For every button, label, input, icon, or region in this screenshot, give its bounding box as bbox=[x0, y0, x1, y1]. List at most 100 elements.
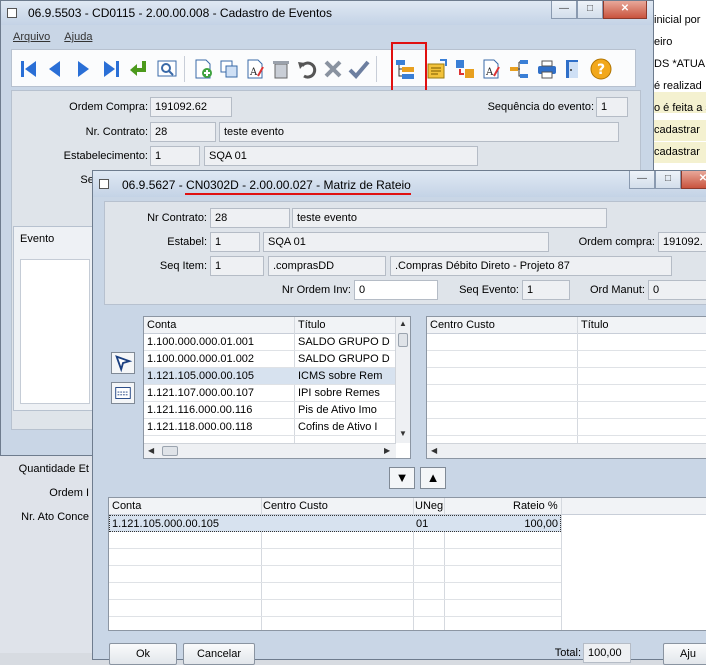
nr-contrato-label: Nr Contrato: bbox=[147, 212, 207, 224]
doc-line: cadastrar bbox=[654, 146, 700, 158]
ordem-compra-field[interactable]: 191092.62 bbox=[150, 97, 232, 117]
scroll-thumb bbox=[162, 446, 178, 456]
horizontal-scrollbar[interactable]: ◀ bbox=[427, 443, 706, 458]
column-header-centro-custo[interactable]: Centro Custo bbox=[430, 319, 495, 331]
copy-icon[interactable] bbox=[218, 58, 240, 80]
exit-icon[interactable] bbox=[562, 58, 584, 80]
seq-evento-field[interactable]: 1 bbox=[522, 280, 570, 300]
contas-grid[interactable]: Conta Título 1.100.000.000.01.001 SALDO GR… bbox=[143, 316, 411, 459]
evento-panel: Evento bbox=[13, 226, 93, 411]
seq-item-description: .Compras Débito Direto - Projeto 87 bbox=[390, 256, 672, 276]
previous-icon[interactable] bbox=[44, 58, 66, 80]
column-header-rateio[interactable]: Rateio % bbox=[513, 500, 558, 512]
scroll-left-icon: ◀ bbox=[431, 446, 438, 455]
cancel-button[interactable]: Cancelar bbox=[183, 643, 255, 665]
undo-icon[interactable] bbox=[296, 58, 318, 80]
table-row[interactable]: 1.100.000.000.01.001 SALDO GRUPO D bbox=[144, 334, 396, 351]
help-icon[interactable]: ? bbox=[590, 58, 612, 80]
doc-line: DS *ATUAL bbox=[654, 58, 706, 70]
cancel-icon[interactable] bbox=[322, 58, 344, 80]
first-icon[interactable] bbox=[18, 58, 40, 80]
horizontal-scrollbar[interactable]: ◀ ▶ bbox=[144, 443, 396, 458]
svg-text:A: A bbox=[249, 67, 258, 78]
special-icon[interactable] bbox=[454, 58, 476, 80]
menu-bar: Arquivo Ajuda bbox=[5, 27, 649, 47]
table-row[interactable]: 1.100.000.000.01.002 SALDO GRUPO D bbox=[144, 351, 396, 368]
column-header-titulo[interactable]: Título bbox=[581, 319, 609, 331]
last-icon[interactable] bbox=[100, 58, 122, 80]
svg-text:?: ? bbox=[597, 62, 605, 78]
column-header-uneg[interactable]: UNeg bbox=[415, 500, 443, 512]
nr-contrato-field[interactable]: 28 bbox=[210, 208, 290, 228]
minimize-button[interactable]: — bbox=[629, 171, 655, 189]
maximize-button[interactable]: □ bbox=[577, 1, 603, 19]
window-title: 06.9.5627 - CN0302D - 2.00.00.027 - Matr… bbox=[122, 178, 411, 192]
menu-ajuda[interactable]: Ajuda bbox=[64, 31, 92, 43]
estabelecimento-description: SQA 01 bbox=[204, 146, 478, 166]
estabelecimento-field[interactable]: 1 bbox=[150, 146, 200, 166]
column-header-centro-custo[interactable]: Centro Custo bbox=[263, 500, 328, 512]
seq-evento-label: Seq Evento: bbox=[459, 284, 519, 296]
minimize-button[interactable]: — bbox=[551, 1, 577, 19]
select-pointer-icon[interactable] bbox=[111, 352, 135, 374]
column-header-titulo[interactable]: Título bbox=[298, 319, 326, 331]
goto-icon[interactable] bbox=[128, 58, 150, 80]
print-icon[interactable] bbox=[536, 58, 558, 80]
zoom-list-icon[interactable] bbox=[111, 382, 135, 404]
toolbar: A A ? bbox=[11, 49, 636, 87]
scroll-right-icon: ▶ bbox=[384, 446, 391, 455]
doc-line: inicial por bbox=[654, 14, 701, 26]
vertical-scrollbar[interactable]: ▲ ▼ bbox=[395, 317, 410, 443]
scroll-left-icon: ◀ bbox=[148, 446, 155, 455]
sequencia-evento-field[interactable]: 1 bbox=[596, 97, 628, 117]
field-label: Ordem I bbox=[49, 487, 89, 499]
table-row-selected[interactable]: 1.121.105.000.00.105 01 100,00 bbox=[109, 515, 561, 532]
query-icon[interactable] bbox=[426, 58, 448, 80]
centro-custo-grid[interactable]: Centro Custo Título ◀ bbox=[426, 316, 706, 459]
search-icon[interactable] bbox=[156, 58, 178, 80]
table-row[interactable]: 1.121.118.000.00.118 Cofins de Ativo I bbox=[144, 419, 396, 436]
separator bbox=[184, 56, 185, 82]
field-label: Nr. Ato Conce bbox=[21, 511, 89, 523]
menu-arquivo[interactable]: Arquivo bbox=[13, 31, 50, 43]
window-icon bbox=[99, 179, 109, 189]
edit-icon[interactable]: A bbox=[244, 58, 266, 80]
highlight-rectangle bbox=[391, 42, 427, 96]
edit2-icon[interactable]: A bbox=[480, 58, 502, 80]
column-header-conta[interactable]: Conta bbox=[112, 500, 141, 512]
underline-mark bbox=[185, 193, 411, 195]
field-label: Quantidade Et bbox=[18, 463, 89, 475]
save-icon[interactable] bbox=[348, 58, 370, 80]
ord-manut-field[interactable]: 0 bbox=[648, 280, 706, 300]
seq-item-field[interactable]: 1 bbox=[210, 256, 264, 276]
tree-icon[interactable] bbox=[508, 58, 530, 80]
svg-text:A: A bbox=[485, 67, 494, 78]
column-header-conta[interactable]: Conta bbox=[147, 319, 176, 331]
delete-icon[interactable] bbox=[270, 58, 292, 80]
next-icon[interactable] bbox=[72, 58, 94, 80]
evento-list[interactable] bbox=[20, 259, 90, 404]
add-icon[interactable] bbox=[192, 58, 214, 80]
estabelecimento-label: Estabelecimento: bbox=[63, 150, 148, 162]
close-button[interactable]: ✕ bbox=[603, 1, 647, 19]
ordem-compra-field[interactable]: 191092. bbox=[658, 232, 706, 252]
close-button[interactable]: ✕ bbox=[681, 171, 706, 189]
estabel-field[interactable]: 1 bbox=[210, 232, 260, 252]
help-button[interactable]: Aju bbox=[663, 643, 706, 665]
ok-button[interactable]: Ok bbox=[109, 643, 177, 665]
table-row[interactable]: 1.121.116.000.00.116 Pis de Ativo Imo bbox=[144, 402, 396, 419]
title-bar[interactable]: 06.9.5503 - CD0115 - 2.00.00.008 - Cadas… bbox=[1, 1, 653, 25]
move-up-button[interactable]: ▲ bbox=[420, 467, 446, 489]
move-down-button[interactable]: ▼ bbox=[389, 467, 415, 489]
doc-line: é realizad bbox=[654, 80, 702, 92]
nr-ordem-inv-field[interactable]: 0 bbox=[354, 280, 438, 300]
window-icon bbox=[7, 8, 17, 18]
maximize-button[interactable]: □ bbox=[655, 171, 681, 189]
nr-contrato-field[interactable]: 28 bbox=[150, 122, 216, 142]
table-row-selected[interactable]: 1.121.105.000.00.105 ICMS sobre Rem bbox=[144, 368, 396, 385]
arrow-up-icon: ▲ bbox=[426, 470, 440, 485]
rateio-grid[interactable]: Conta Centro Custo UNeg Rateio % 1.121.105.… bbox=[108, 497, 706, 631]
table-row[interactable]: 1.121.107.000.00.107 IPI sobre Remes bbox=[144, 385, 396, 402]
evento-tab[interactable]: Evento bbox=[20, 233, 54, 245]
separator bbox=[376, 56, 377, 82]
